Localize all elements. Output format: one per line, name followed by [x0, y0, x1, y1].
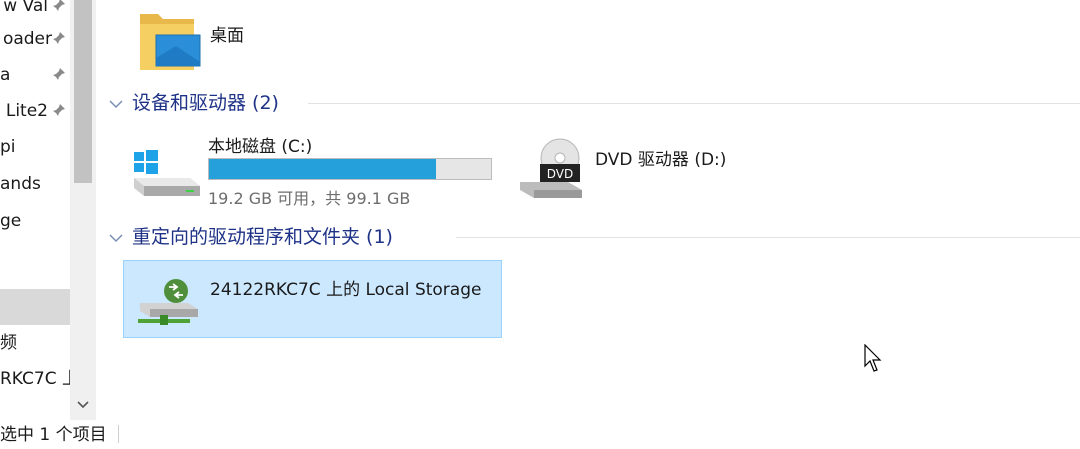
- mouse-cursor-icon: [864, 344, 882, 372]
- nav-item-label: pi: [0, 137, 16, 157]
- nav-item-quick-access-2[interactable]: oader: [0, 21, 70, 57]
- nav-item-quick-access-3[interactable]: a: [0, 57, 70, 93]
- nav-item-quick-access-7[interactable]: ge: [0, 203, 70, 239]
- devices-group-title: 设备和驱动器 (2): [132, 92, 279, 114]
- disk-usage-bar-fill: [209, 159, 437, 179]
- nav-item-label: a: [0, 65, 11, 85]
- redirected-group-title: 重定向的驱动程序和文件夹 (1): [132, 226, 393, 248]
- network-drive-icon: [138, 279, 198, 325]
- nav-item-quick-access-4[interactable]: Lite2: [0, 93, 70, 129]
- local-disk-c-item[interactable]: 本地磁盘 (C:) 19.2 GB 可用，共 99.1 GB: [126, 128, 506, 208]
- local-disk-c-label: 本地磁盘 (C:): [208, 137, 313, 157]
- group-divider: [456, 237, 1080, 238]
- nav-item-label: ge: [0, 211, 22, 231]
- pin-icon: [53, 68, 65, 80]
- nav-item-quick-access-6[interactable]: ands: [0, 166, 70, 202]
- scrollbar-thumb[interactable]: [74, 0, 92, 183]
- devices-group-header[interactable]: 设备和驱动器 (2): [108, 88, 279, 118]
- dvd-drive-icon: DVD: [520, 138, 582, 198]
- local-storage-label: 24122RKC7C 上的 Local Storage: [210, 280, 482, 300]
- vertical-scrollbar[interactable]: [70, 0, 96, 420]
- nav-item-label: RKC7C 上: [0, 369, 70, 389]
- chevron-down-icon: [109, 99, 123, 108]
- windows-drive-icon: [134, 150, 200, 196]
- nav-item-label: ands: [0, 174, 41, 194]
- nav-item-quick-access-5[interactable]: pi: [0, 129, 70, 165]
- desktop-folder-icon: [140, 14, 201, 70]
- dvd-drive-d-label: DVD 驱动器 (D:): [595, 150, 727, 170]
- pin-icon: [53, 104, 65, 116]
- chevron-down-icon: [109, 233, 123, 242]
- dvd-drive-d-item[interactable]: DVD DVD 驱动器 (D:): [516, 130, 816, 204]
- file-list-content: 桌面 设备和驱动器 (2) 本地磁盘 (C:) 19.2 GB 可用，共 99.…: [96, 0, 1080, 420]
- pin-icon: [53, 0, 65, 11]
- status-selection-text: 选中 1 个项目: [0, 425, 107, 445]
- local-storage-item[interactable]: 24122RKC7C 上的 Local Storage: [123, 260, 502, 338]
- nav-item-this-pc[interactable]: [0, 289, 70, 325]
- redirected-group-header[interactable]: 重定向的驱动程序和文件夹 (1): [108, 222, 393, 252]
- nav-item-local-storage[interactable]: RKC7C 上: [0, 361, 70, 397]
- status-divider: [118, 425, 119, 443]
- nav-item-videos[interactable]: 频: [0, 325, 70, 361]
- group-divider: [308, 103, 1080, 104]
- status-bar: 选中 1 个项目: [0, 420, 1080, 447]
- scroll-down-icon[interactable]: [74, 396, 92, 414]
- nav-item-label: 频: [0, 333, 17, 353]
- navigation-pane: w Val oader a Lite2 pi ands ge 频 RKC7C 上: [0, 0, 70, 420]
- dvd-icon-text: DVD: [547, 167, 573, 181]
- local-disk-c-free-space: 19.2 GB 可用，共 99.1 GB: [208, 189, 411, 208]
- nav-item-label: Lite2: [5, 101, 48, 121]
- desktop-folder-item[interactable]: 桌面: [136, 6, 436, 76]
- desktop-folder-label: 桌面: [210, 26, 244, 46]
- nav-item-label: oader: [2, 29, 52, 49]
- disk-usage-bar: [208, 158, 492, 180]
- pin-icon: [53, 32, 65, 44]
